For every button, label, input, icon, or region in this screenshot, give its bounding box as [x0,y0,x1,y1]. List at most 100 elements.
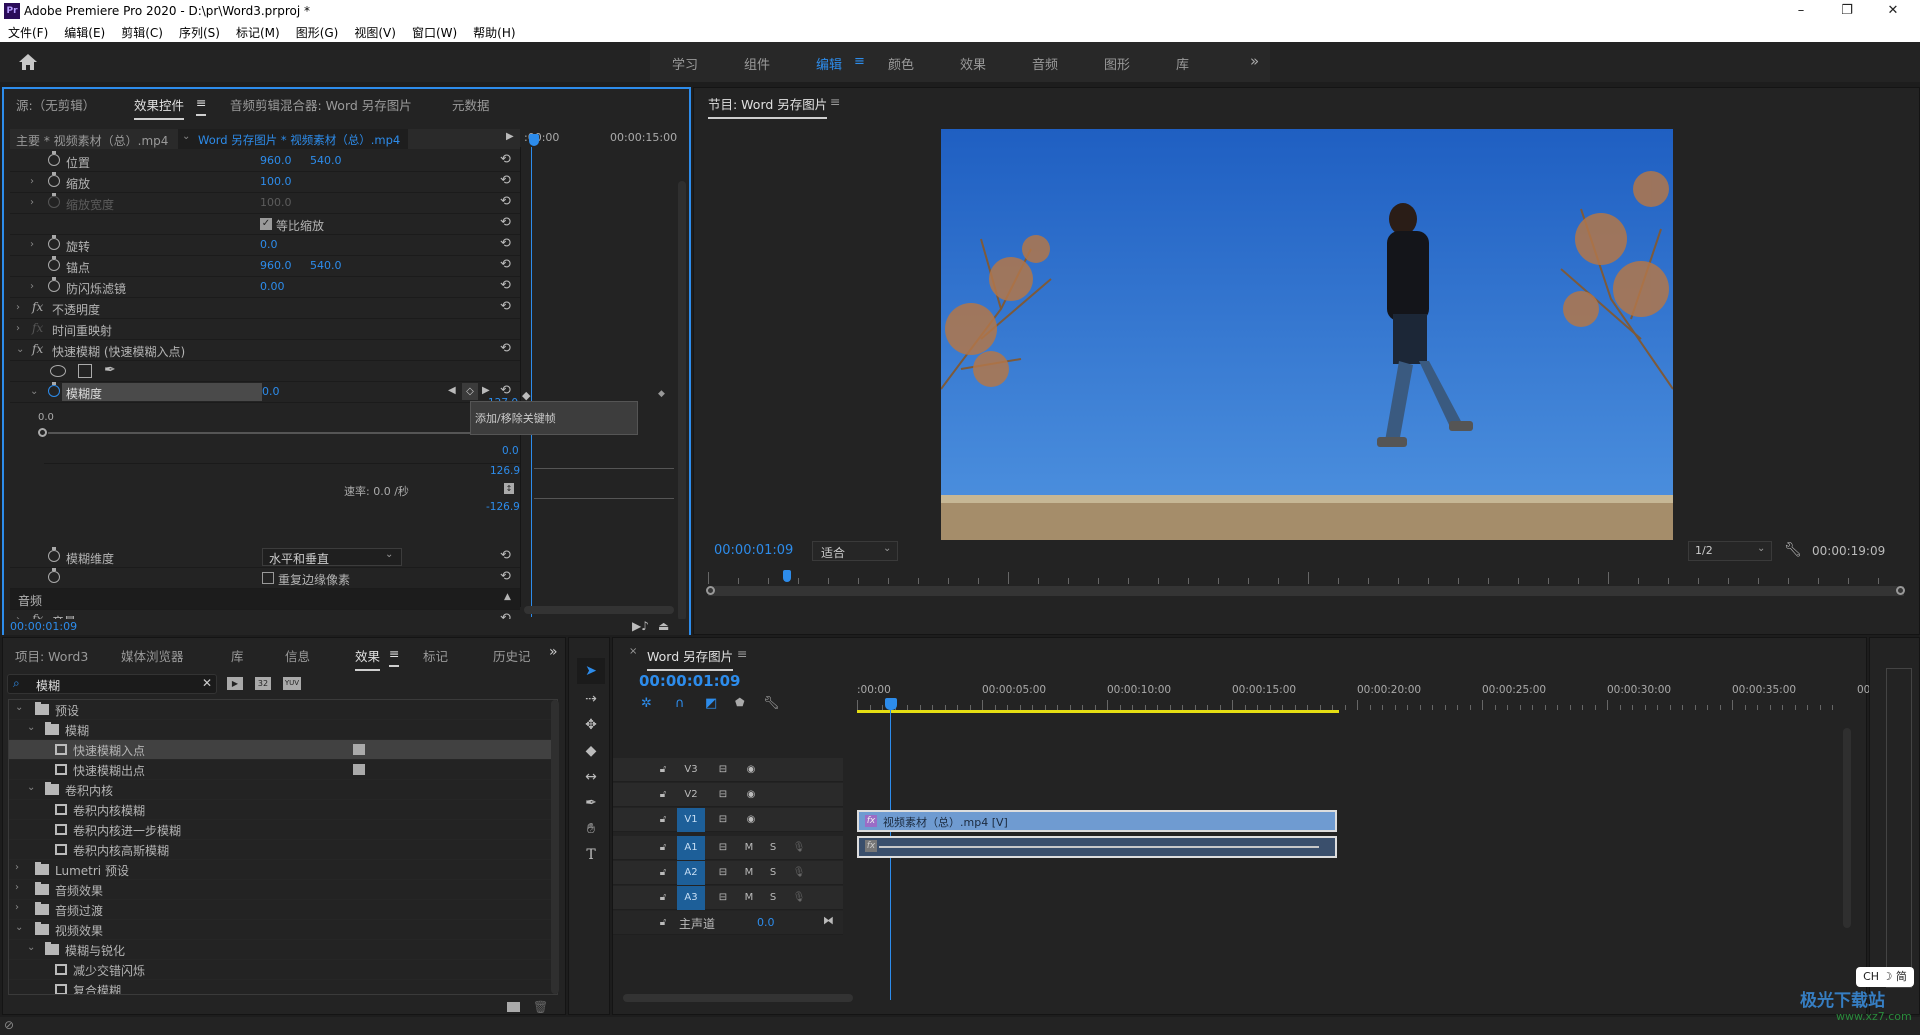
property-value[interactable]: 100.0 [260,175,292,188]
add-remove-keyframe-button[interactable]: ◇ [462,383,478,400]
effect-row-time-remapping[interactable]: › fx 时间重映射 [10,319,520,340]
slip-tool-icon[interactable]: ↔ [577,764,605,790]
tree-item-video-effects[interactable]: ⌄ 视频效果 [9,920,557,940]
ellipse-mask-icon[interactable] [50,365,66,377]
track-label[interactable]: A2 [677,861,705,885]
timeline-settings-icon[interactable]: 🔧︎ [763,696,780,711]
tree-item-convolution-blur[interactable]: 卷积内核模糊 [9,800,557,820]
playhead-handle[interactable] [529,134,539,146]
program-timecode[interactable]: 00:00:01:09 [714,543,793,558]
track-label[interactable]: A3 [677,886,705,910]
property-value[interactable]: 0.0 [262,385,280,398]
snap-icon[interactable]: ∩ [675,696,685,711]
chevron-right-icon[interactable]: › [30,281,34,292]
tree-item-presets[interactable]: ⌄ 预设 [9,700,557,720]
chevron-right-icon[interactable]: › [15,902,19,913]
repeat-edge-checkbox[interactable] [262,572,274,584]
tree-item-lumetri-presets[interactable]: › Lumetri 预设 [9,860,557,880]
reset-icon[interactable]: ⟲ [500,195,514,209]
menu-markers[interactable]: 标记(M) [236,22,280,41]
creative-cloud-icon[interactable]: ⊘ [4,1018,14,1032]
reset-icon[interactable]: ⟲ [500,174,514,188]
microphone-icon[interactable]: 🎙︎ [785,836,813,860]
tab-history[interactable]: 历史记 [493,646,531,665]
tab-markers[interactable]: 标记 [423,646,448,665]
tab-source[interactable]: 源:（无剪辑） [16,95,95,114]
master-expand-icon[interactable]: ⧓ [823,914,834,927]
chevron-right-icon[interactable]: › [30,176,34,187]
pen-tool-icon[interactable]: ✒ [577,790,605,816]
solo-button[interactable]: S [759,861,787,885]
ripple-edit-tool-icon[interactable]: ✥ [577,712,605,738]
tree-item-convolution-gaussian[interactable]: 卷积内核高斯模糊 [9,840,557,860]
chevron-right-icon[interactable]: › [15,862,19,873]
tree-item-reduce-interlace-flicker[interactable]: 减少交错闪烁 [9,960,557,980]
menu-sequence[interactable]: 序列(S) [179,22,220,41]
workspace-tab-audio[interactable]: 音频 [1032,54,1058,73]
effects-search-field[interactable]: ⌕ 模糊 ✕ [7,674,217,694]
program-menu-icon[interactable]: ≡ [830,94,840,109]
mini-timeline-ruler[interactable]: :00:00 00:00:15:00 [522,129,684,149]
tab-effects[interactable]: 效果 [355,646,381,671]
sequence-tab[interactable]: Word 另存图片 [647,646,734,671]
chevron-down-icon[interactable]: ⌄ [27,782,35,793]
chevron-right-icon[interactable]: › [16,302,20,313]
reset-icon[interactable]: ⟲ [500,237,514,251]
stopwatch-icon[interactable] [48,172,60,187]
menu-window[interactable]: 窗口(W) [412,22,457,41]
property-value-y[interactable]: 540.0 [310,154,342,167]
chevron-right-icon[interactable]: › [15,882,19,893]
workspace-menu-icon[interactable]: ≡ [854,54,865,69]
eye-icon[interactable]: ◉ [737,758,765,782]
tree-item-audio-effects[interactable]: › 音频效果 [9,880,557,900]
workspace-overflow-button[interactable]: » [1250,52,1259,70]
tab-project[interactable]: 项目: Word3 [15,646,88,665]
fx-badge[interactable]: fx [865,840,877,852]
stopwatch-icon-active[interactable] [48,382,60,397]
tab-info[interactable]: 信息 [285,646,310,665]
hand-tool-icon[interactable]: ✋︎ [577,816,605,842]
sequence-menu-icon[interactable]: ≡ [737,646,747,661]
reset-icon[interactable]: ⟲ [500,258,514,272]
collapse-icon[interactable]: ▲ [504,592,511,602]
previous-keyframe-icon[interactable]: ◀ [448,385,456,396]
tree-item-fast-blur-in[interactable]: 快速模糊入点 [9,740,557,760]
yuv-effects-filter-icon[interactable]: YUV [283,677,301,690]
reset-icon[interactable]: ⟲ [500,300,514,314]
minimize-button[interactable]: – [1778,0,1824,22]
lock-icon[interactable]: 🔓︎ [649,783,677,807]
tab-metadata[interactable]: 元数据 [452,95,490,114]
reset-icon[interactable]: ⟲ [500,384,514,398]
stopwatch-icon[interactable] [48,277,60,292]
sync-lock-icon[interactable]: ⊟ [709,783,737,807]
lock-icon[interactable]: 🔓︎ [649,886,677,910]
tab-effect-controls[interactable]: 效果控件 [134,95,185,120]
program-zoom-scrollbar[interactable] [706,586,1905,596]
export-icon[interactable]: ⏏ [658,619,669,633]
track-select-tool-icon[interactable]: ⇢ [577,686,605,712]
stopwatch-icon[interactable] [48,151,60,166]
close-button[interactable]: ✕ [1870,0,1916,22]
program-monitor-title[interactable]: 节目: Word 另存图片 [708,94,828,119]
microphone-icon[interactable]: 🎙︎ [785,886,813,910]
tree-item-convolution-blur-more[interactable]: 卷积内核进一步模糊 [9,820,557,840]
workspace-tab-effects[interactable]: 效果 [960,54,986,73]
effects-menu-icon[interactable]: ≡ [389,646,400,667]
lock-icon[interactable]: 🔓︎ [649,911,677,935]
reset-icon[interactable]: ⟲ [500,342,514,356]
solo-button[interactable]: S [759,836,787,860]
add-marker-icon[interactable]: ⬟ [735,696,745,709]
chevron-down-icon[interactable]: ⌄ [27,722,35,733]
scroll-handle-left[interactable] [706,586,715,595]
tree-item-audio-transitions[interactable]: › 音频过渡 [9,900,557,920]
type-tool-icon[interactable]: T [577,842,605,868]
workspace-tab-libraries[interactable]: 库 [1176,54,1189,73]
workspace-tab-assembly[interactable]: 组件 [744,54,770,73]
stopwatch-icon[interactable] [48,568,60,583]
sync-lock-icon[interactable]: ⊟ [709,861,737,885]
slider-handle[interactable] [38,428,47,437]
blur-dimensions-dropdown[interactable]: 水平和垂直 ⌄ [262,548,402,566]
tree-item-convolution[interactable]: ⌄ 卷积内核 [9,780,557,800]
fx-icon[interactable]: fx [32,342,43,356]
workspace-tab-color[interactable]: 颜色 [888,54,914,73]
